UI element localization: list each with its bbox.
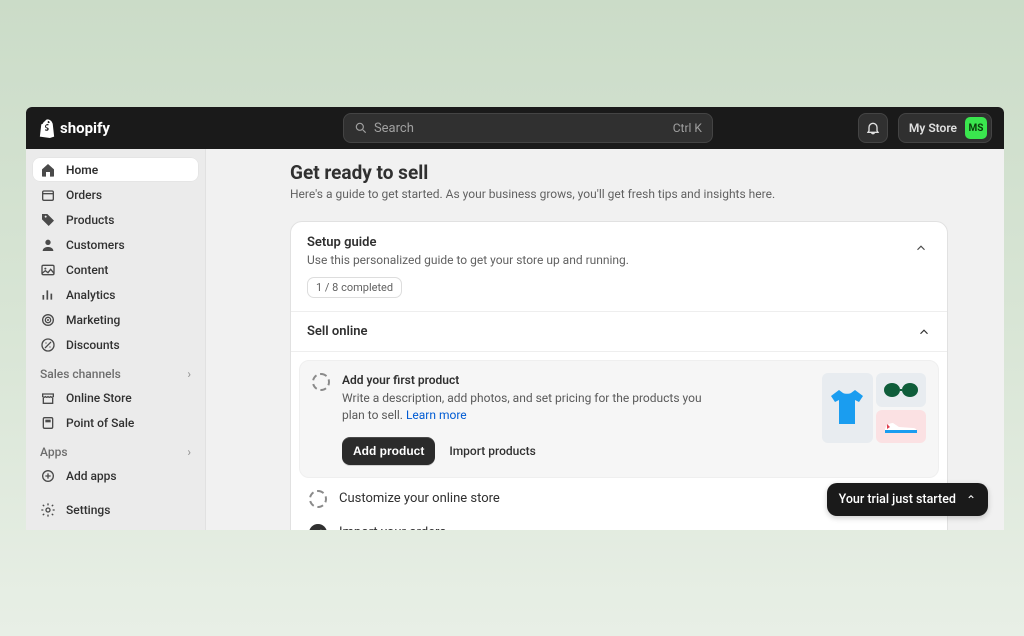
brand-name: shopify	[60, 119, 110, 137]
search-placeholder: Search	[374, 121, 414, 136]
chevron-up-icon	[914, 241, 928, 255]
analytics-icon	[40, 287, 56, 303]
gear-icon	[40, 502, 56, 518]
chevron-right-icon: ›	[187, 445, 191, 459]
sidebar-item-label: Settings	[66, 503, 110, 517]
notifications-button[interactable]	[858, 113, 888, 143]
sidebar-item-discounts[interactable]: Discounts	[32, 332, 199, 357]
illus-tshirt	[822, 373, 873, 443]
task-label: Import your orders	[339, 525, 446, 530]
brand-logo[interactable]: shopify	[38, 118, 198, 138]
sidebar-item-analytics[interactable]: Analytics	[32, 282, 199, 307]
sidebar-item-home[interactable]: Home	[32, 157, 199, 182]
sidebar-item-label: Point of Sale	[66, 416, 134, 430]
marketing-icon	[40, 312, 56, 328]
section-sell-online[interactable]: Sell online	[291, 312, 947, 352]
apps-header[interactable]: Apps ›	[32, 435, 199, 463]
search-input[interactable]: Search Ctrl K	[343, 113, 713, 143]
bell-icon	[865, 120, 881, 136]
sidebar-item-customers[interactable]: Customers	[32, 232, 199, 257]
main: Get ready to sell Here's a guide to get …	[206, 149, 1004, 530]
task-illustration	[822, 373, 926, 443]
sidebar-item-marketing[interactable]: Marketing	[32, 307, 199, 332]
sidebar-item-online-store[interactable]: Online Store	[32, 385, 199, 410]
progress-pill: 1 / 8 completed	[307, 277, 402, 298]
task-import-orders[interactable]: Import your orders	[299, 516, 939, 530]
onlinestore-icon	[40, 390, 56, 406]
sidebar-item-products[interactable]: Products	[32, 207, 199, 232]
chevron-up-icon	[917, 325, 931, 339]
topbar: shopify Search Ctrl K My Store MS	[26, 107, 1004, 149]
card-desc: Use this personalized guide to get your …	[307, 253, 931, 267]
trial-label: Your trial just started	[839, 492, 956, 507]
learn-more-link[interactable]: Learn more	[406, 408, 467, 422]
sidebar-item-orders[interactable]: Orders	[32, 182, 199, 207]
sidebar-item-label: Home	[66, 163, 98, 177]
orders-icon	[40, 187, 56, 203]
task-body: Add your first product Write a descripti…	[342, 373, 810, 465]
sidebar-item-label: Customers	[66, 238, 125, 252]
trial-status-pill[interactable]: Your trial just started ⌃	[827, 483, 988, 516]
import-products-link[interactable]: Import products	[449, 444, 535, 458]
sidebar-item-label: Online Store	[66, 391, 132, 405]
illus-shoe	[876, 410, 927, 444]
sidebar-item-add-apps[interactable]: Add apps	[32, 463, 199, 488]
sidebar-item-label: Content	[66, 263, 108, 277]
pos-icon	[40, 415, 56, 431]
sidebar: Home Orders Products Customers Content A…	[26, 149, 206, 530]
section-title: Sell online	[307, 324, 368, 339]
page-title: Get ready to sell	[290, 161, 948, 184]
add-product-button[interactable]: Add product	[342, 437, 435, 465]
home-icon	[40, 162, 56, 178]
illus-sunglasses	[876, 373, 927, 407]
sidebar-item-label: Discounts	[66, 338, 120, 352]
add-icon	[40, 468, 56, 484]
step-marker-done	[309, 524, 327, 530]
discounts-icon	[40, 337, 56, 353]
body: Home Orders Products Customers Content A…	[26, 149, 1004, 530]
customers-icon	[40, 237, 56, 253]
sales-channels-label: Sales channels	[40, 367, 121, 381]
page-subtitle: Here's a guide to get started. As your b…	[290, 187, 948, 201]
store-menu-button[interactable]: My Store MS	[898, 113, 992, 143]
task-desc-text: Write a description, add photos, and set…	[342, 391, 702, 422]
collapse-card-button[interactable]	[909, 236, 933, 260]
products-icon	[40, 212, 56, 228]
search-icon	[354, 121, 368, 135]
shopify-bag-icon	[38, 118, 56, 138]
sidebar-item-label: Products	[66, 213, 114, 227]
content-icon	[40, 262, 56, 278]
sales-channels-header[interactable]: Sales channels ›	[32, 357, 199, 385]
task-label: Customize your online store	[339, 491, 500, 506]
search-shortcut: Ctrl K	[673, 121, 702, 135]
app-window: shopify Search Ctrl K My Store MS Home	[26, 107, 1004, 530]
task-add-first-product[interactable]: Add your first product Write a descripti…	[299, 360, 939, 478]
avatar: MS	[965, 117, 987, 139]
sidebar-item-label: Analytics	[66, 288, 115, 302]
apps-label: Apps	[40, 445, 68, 459]
step-marker-incomplete	[309, 490, 327, 508]
sidebar-item-settings[interactable]: Settings	[32, 497, 199, 522]
task-desc: Write a description, add photos, and set…	[342, 390, 722, 425]
search-wrap: Search Ctrl K	[210, 113, 846, 143]
card-header: Setup guide Use this personalized guide …	[291, 222, 947, 312]
task-title: Add your first product	[342, 373, 810, 387]
card-title: Setup guide	[307, 235, 931, 250]
sidebar-item-label: Add apps	[66, 469, 117, 483]
store-name: My Store	[909, 121, 957, 135]
sidebar-item-label: Marketing	[66, 313, 120, 327]
chevron-up-icon: ⌃	[966, 493, 976, 507]
topbar-right: My Store MS	[858, 113, 992, 143]
sidebar-item-content[interactable]: Content	[32, 257, 199, 282]
step-marker-incomplete	[312, 373, 330, 391]
task-actions: Add product Import products	[342, 437, 810, 465]
chevron-right-icon: ›	[187, 367, 191, 381]
sidebar-item-pos[interactable]: Point of Sale	[32, 410, 199, 435]
sidebar-item-label: Orders	[66, 188, 102, 202]
